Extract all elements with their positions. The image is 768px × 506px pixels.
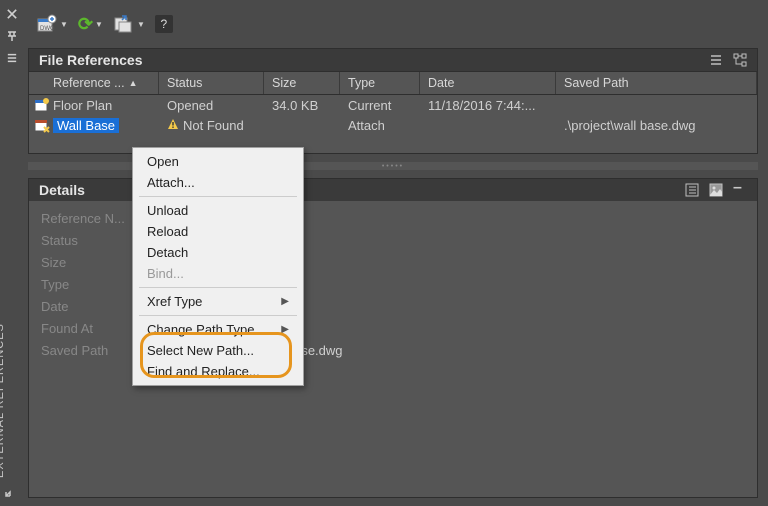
preview-icon[interactable] [709,183,723,197]
panel-title: Details [39,182,85,198]
ctx-reload[interactable]: Reload [133,221,303,242]
table-row[interactable]: Floor Plan Opened 34.0 KB Current 11/18/… [29,95,757,115]
palette-title: EXTERNAL REFERENCES [0,323,6,478]
chevron-down-icon: ▼ [95,20,103,29]
attach-dwg-button[interactable]: DWG ▼ [36,13,68,35]
ctx-change-path-type[interactable]: Change Path Type▶ [133,319,303,340]
list-view-icon[interactable] [709,53,723,67]
table-row[interactable]: Wall Base Not Found Attach .\project\wal… [29,115,757,135]
col-reference[interactable]: Reference ...▲ [29,72,159,94]
details-view-icon[interactable] [685,183,699,197]
context-menu: Open Attach... Unload Reload Detach Bind… [132,147,304,386]
col-path[interactable]: Saved Path [556,72,757,94]
ctx-select-new-path[interactable]: Select New Path... [133,340,303,361]
palette-handle-icon[interactable] [4,485,16,500]
ctx-xref-type[interactable]: Xref Type▶ [133,291,303,312]
submenu-arrow-icon: ▶ [281,296,289,307]
help-icon: ? [155,15,173,33]
dwg-current-icon [33,97,51,113]
ctx-open[interactable]: Open [133,151,303,172]
ctx-bind: Bind... [133,263,303,284]
chevron-down-icon: ▼ [137,20,145,29]
ctx-unload[interactable]: Unload [133,200,303,221]
panel-title: File References [39,52,143,68]
col-status[interactable]: Status [159,72,264,94]
svg-text:DWG: DWG [40,26,55,32]
dwg-missing-icon [33,117,51,133]
menu-icon[interactable] [4,50,20,66]
collapse-icon[interactable]: – [733,183,747,197]
toolbar: DWG ▼ ⟳ ▼ ▼ ? [28,8,758,40]
column-headers: Reference ...▲ Status Size Type Date Sav… [29,71,757,95]
sort-asc-icon: ▲ [129,78,138,88]
ctx-find-replace[interactable]: Find and Replace... [133,361,303,382]
help-button[interactable]: ? [155,15,173,33]
close-icon[interactable] [4,6,20,22]
warning-icon [167,118,179,133]
left-rail: EXTERNAL REFERENCES [0,0,24,506]
refresh-icon: ⟳ [78,14,93,35]
chevron-down-icon: ▼ [60,20,68,29]
refresh-button[interactable]: ⟳ ▼ [78,14,103,35]
pin-icon[interactable] [4,28,20,44]
file-references-panel: File References Reference ...▲ Status Si… [28,48,758,154]
col-type[interactable]: Type [340,72,420,94]
change-path-button[interactable]: ▼ [113,13,145,35]
submenu-arrow-icon: ▶ [281,324,289,335]
col-size[interactable]: Size [264,72,340,94]
ctx-attach[interactable]: Attach... [133,172,303,193]
col-date[interactable]: Date [420,72,556,94]
ctx-detach[interactable]: Detach [133,242,303,263]
tree-view-icon[interactable] [733,53,747,67]
